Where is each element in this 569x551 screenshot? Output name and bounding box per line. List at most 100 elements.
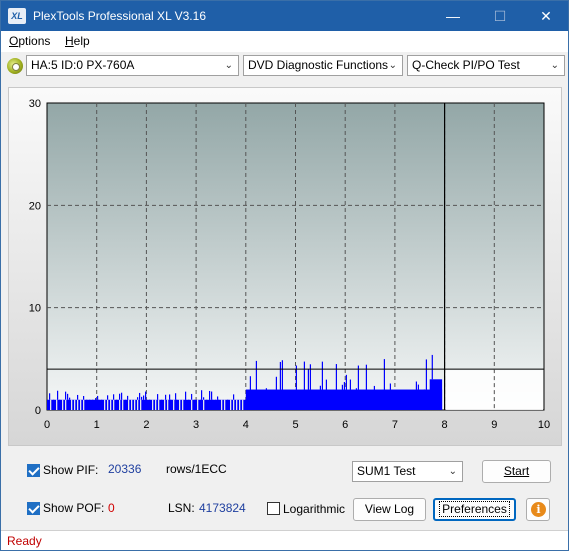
pif-bar <box>49 393 51 400</box>
window-title: PlexTools Professional XL V3.16 <box>33 9 206 23</box>
pif-bar <box>203 397 205 400</box>
view-log-button[interactable]: View Log <box>353 498 426 521</box>
pif-bar-gap <box>74 399 76 410</box>
preferences-button[interactable]: Preferences <box>433 498 516 521</box>
pif-bar <box>343 382 345 390</box>
pif-bar-gap <box>200 399 202 410</box>
info-button[interactable]: i <box>526 498 550 521</box>
pif-bar-gap <box>215 399 217 410</box>
pif-bar-gap <box>62 399 64 410</box>
pif-bar-gap <box>206 399 208 410</box>
pif-bar-gap <box>86 399 88 410</box>
x-axis: 0 1 2 3 4 5 6 7 8 9 10 <box>44 419 550 431</box>
start-button[interactable]: Start <box>482 460 551 483</box>
post-end-area <box>445 370 543 410</box>
pif-bar-gap <box>224 399 226 410</box>
show-pof-checkbox[interactable] <box>27 502 40 515</box>
pof-value: 0 <box>108 501 115 515</box>
pif-bar <box>83 395 85 400</box>
pif-bar-gap <box>98 399 100 410</box>
function-select[interactable]: DVD Diagnostic Functions ⌄ <box>243 55 403 76</box>
pif-bar <box>355 388 357 390</box>
pif-bar-gap <box>203 399 205 410</box>
pif-bar-gap <box>161 399 163 410</box>
show-pof-label: Show POF: <box>43 501 105 515</box>
pif-bar-gap <box>230 399 232 410</box>
pif-bar-gap <box>59 399 61 410</box>
pif-bar-gap <box>239 399 241 410</box>
pif-bar <box>175 393 177 400</box>
maximize-button[interactable]: ☐ <box>478 1 522 31</box>
pif-bar <box>265 388 267 390</box>
pif-bar-gap <box>101 399 103 410</box>
x-tick-label: 6 <box>342 419 348 431</box>
minimize-button[interactable]: — <box>431 1 475 31</box>
lsn-label: LSN: <box>168 501 195 515</box>
drive-select[interactable]: HA:5 ID:0 PX-760A ⌄ <box>26 55 239 76</box>
pif-bar-gap <box>140 399 142 410</box>
close-button[interactable]: ✕ <box>524 1 568 31</box>
pif-bar-gap <box>179 399 181 410</box>
pif-bar-gap <box>236 399 238 410</box>
pif-bar-gap <box>176 399 178 410</box>
x-tick-label: 7 <box>392 419 398 431</box>
pif-chart: 0 1 2 3 4 5 6 7 8 9 10 0 10 20 30 <box>29 98 550 431</box>
pif-bar <box>67 393 69 400</box>
pif-bar-gap <box>182 399 184 410</box>
logarithmic-checkbox[interactable] <box>267 502 280 515</box>
sum-test-select[interactable]: SUM1 Test ⌄ <box>352 461 463 482</box>
pif-bar <box>345 374 347 390</box>
pif-bar-gap <box>143 399 145 410</box>
x-tick-label: 1 <box>94 419 100 431</box>
test-select[interactable]: Q-Check PI/PO Test ⌄ <box>407 55 565 76</box>
pif-bar <box>415 381 417 390</box>
pif-bar <box>431 354 433 380</box>
pif-bar-gap <box>242 399 244 410</box>
menu-options[interactable]: Options <box>9 34 50 48</box>
toolbar: HA:5 ID:0 PX-760A ⌄ DVD Diagnostic Functi… <box>1 52 568 82</box>
x-tick-label: 9 <box>491 419 497 431</box>
pif-bar <box>275 376 277 390</box>
pif-bar <box>141 396 143 400</box>
pif-bar <box>211 391 213 400</box>
pif-bar-gap <box>164 399 166 410</box>
pif-bar-gap <box>167 399 169 410</box>
chevron-down-icon: ⌄ <box>448 466 457 477</box>
pif-bar <box>209 390 211 400</box>
pif-bar-gap <box>212 399 214 410</box>
pif-bar-gap <box>77 399 79 410</box>
pif-bar-gap <box>50 399 52 410</box>
pif-bar-gap <box>194 399 196 410</box>
pif-bar <box>139 392 141 400</box>
show-pif-label: Show PIF: <box>43 463 99 477</box>
menu-help[interactable]: Help <box>65 34 90 48</box>
pif-bar-gap <box>68 399 70 410</box>
pif-bar <box>249 376 251 390</box>
y-tick-label: 20 <box>29 200 41 212</box>
chevron-down-icon: ⌄ <box>224 60 233 71</box>
pif-bar-gap <box>221 399 223 410</box>
pif-bar <box>321 361 323 390</box>
pif-bar <box>365 364 367 390</box>
pif-bar <box>417 384 419 390</box>
x-tick-label: 3 <box>193 419 199 431</box>
pif-bar <box>383 359 385 390</box>
pif-bar <box>69 397 71 400</box>
pif-bar-gap <box>227 399 229 410</box>
pif-bar <box>95 398 97 400</box>
pif-bar-gap <box>218 399 220 410</box>
pif-bar-gap <box>56 399 58 410</box>
pif-bar-block <box>429 379 443 410</box>
pif-bar <box>217 396 219 400</box>
pif-bar-gap <box>209 399 211 410</box>
pif-bar <box>281 360 283 390</box>
pif-bar-gap <box>191 399 193 410</box>
x-tick-label: 10 <box>538 419 550 431</box>
pif-bar-gap <box>188 399 190 410</box>
pif-bar <box>121 392 123 400</box>
show-pif-checkbox[interactable] <box>27 464 40 477</box>
x-tick-label: 2 <box>143 419 149 431</box>
pif-bar-gap <box>197 399 199 410</box>
pif-bar-gap <box>47 399 49 410</box>
pif-bar-gap <box>125 399 127 410</box>
